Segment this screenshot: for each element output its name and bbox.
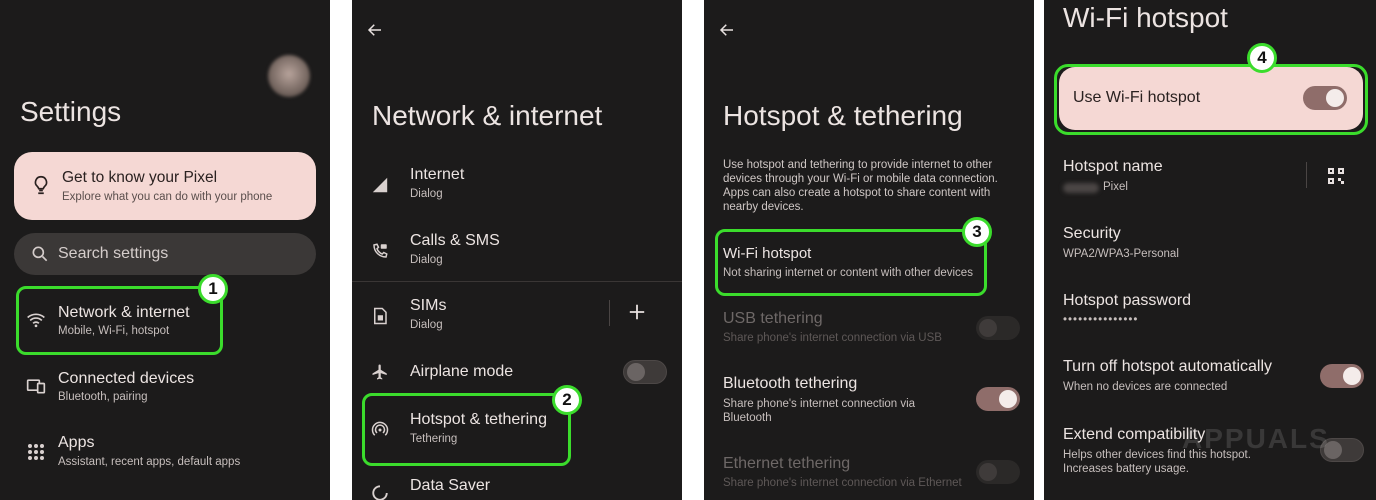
step-badge: 2 — [552, 385, 582, 415]
bluetooth-tethering-toggle[interactable] — [976, 387, 1020, 411]
item-subtitle: Dialog — [410, 188, 443, 200]
usb-tethering-item[interactable]: USB tethering Share phone's internet con… — [704, 304, 964, 348]
highlight-use-wifi-hotspot — [1054, 64, 1368, 135]
item-title: Internet — [410, 166, 465, 183]
search-bar[interactable]: Search settings — [14, 233, 316, 275]
item-subtitle: WPA2/WPA3-Personal — [1063, 248, 1179, 260]
item-title: Airplane mode — [410, 363, 514, 380]
item-subtitle: Share phone's internet connection via Et… — [723, 477, 962, 489]
item-title: Apps — [58, 434, 95, 451]
item-subtitle: Bluetooth, pairing — [58, 391, 148, 403]
item-title: Bluetooth tethering — [723, 375, 858, 392]
airplane-icon — [369, 361, 391, 383]
page-title: Wi-Fi hotspot — [1063, 2, 1228, 33]
watermark: APPUALS — [1182, 423, 1330, 454]
hotspot-name-item[interactable]: Hotspot name Pixel — [1044, 152, 1304, 202]
network-internet-screen: Network & internet Internet Dialog Calls… — [352, 0, 682, 500]
security-item[interactable]: Security WPA2/WPA3-Personal — [1044, 220, 1344, 266]
item-title: Turn off hotspot automatically — [1063, 358, 1272, 375]
item-title: Data Saver — [410, 477, 491, 494]
pixel-tips-card[interactable]: Get to know your Pixel Explore what you … — [14, 152, 316, 220]
page-title: Hotspot & tethering — [723, 100, 963, 131]
toggle-knob — [979, 319, 997, 337]
auto-off-item[interactable]: Turn off hotspot automatically When no d… — [1044, 352, 1304, 398]
wifi-hotspot-screen: Wi-Fi hotspot Use Wi-Fi hotspot 4 Hotspo… — [1044, 0, 1376, 500]
step-badge: 3 — [962, 217, 992, 247]
item-subtitle: Dialog — [410, 254, 443, 266]
toggle-knob — [627, 363, 645, 381]
signal-icon — [369, 174, 391, 196]
vertical-divider — [609, 300, 610, 326]
item-subtitle: Pixel — [1103, 181, 1128, 193]
toggle-knob — [979, 463, 997, 481]
card-title: Get to know your Pixel — [62, 169, 218, 186]
item-subtitle: When no devices are connected — [1063, 381, 1228, 393]
item-title: Calls & SMS — [410, 232, 500, 249]
back-arrow-icon[interactable] — [718, 21, 738, 41]
item-subtitle: Share phone's internet connection via US… — [723, 332, 942, 344]
item-subtitle: Dialog — [410, 319, 443, 331]
page-title: Settings — [20, 96, 122, 127]
settings-item-apps[interactable]: Apps Assistant, recent apps, default app… — [0, 428, 330, 478]
password-dots: ••••••••••••••• — [1063, 314, 1139, 326]
item-title: USB tethering — [723, 310, 823, 327]
toggle-knob — [1343, 367, 1361, 385]
vertical-divider — [1306, 162, 1307, 188]
card-subtitle: Explore what you can do with your phone — [62, 191, 273, 203]
item-title: Hotspot name — [1063, 158, 1163, 175]
search-input[interactable]: Search settings — [58, 245, 168, 263]
ethernet-tethering-item[interactable]: Ethernet tethering Share phone's interne… — [704, 449, 964, 493]
settings-screen: Settings Get to know your Pixel Explore … — [0, 0, 330, 500]
airplane-mode-toggle[interactable] — [623, 360, 667, 384]
network-item-data-saver[interactable]: Data Saver — [352, 472, 682, 500]
blurred-name — [1063, 183, 1099, 193]
search-icon — [30, 244, 50, 264]
connected-devices-icon — [25, 375, 47, 397]
toggle-knob — [999, 390, 1017, 408]
auto-off-toggle[interactable] — [1320, 364, 1364, 388]
highlight-network — [16, 286, 223, 355]
add-sim-button[interactable] — [628, 303, 650, 325]
ethernet-tethering-toggle[interactable] — [976, 460, 1020, 484]
item-title: Security — [1063, 225, 1121, 242]
page-title: Network & internet — [372, 100, 603, 131]
item-title: SIMs — [410, 297, 447, 314]
sim-icon — [369, 305, 391, 327]
description: Use hotspot and tethering to provide int… — [723, 159, 998, 213]
hotspot-tethering-screen: Hotspot & tethering Use hotspot and teth… — [704, 0, 1034, 500]
calls-sms-icon — [369, 240, 391, 262]
bluetooth-tethering-item[interactable]: Bluetooth tethering Share phone's intern… — [704, 369, 954, 429]
step-badge: 1 — [198, 274, 228, 304]
back-arrow-icon[interactable] — [366, 21, 386, 41]
step-badge: 4 — [1247, 43, 1277, 73]
highlight-wifi-hotspot — [715, 229, 987, 296]
qr-code-icon[interactable] — [1327, 167, 1345, 185]
item-title: Connected devices — [58, 370, 195, 387]
item-subtitle: Assistant, recent apps, default apps — [58, 456, 241, 468]
lightbulb-icon — [30, 174, 52, 196]
data-saver-icon — [369, 482, 391, 500]
hotspot-password-item[interactable]: Hotspot password ••••••••••••••• — [1044, 287, 1344, 333]
settings-item-connected-devices[interactable]: Connected devices Bluetooth, pairing — [0, 362, 330, 412]
usb-tethering-toggle[interactable] — [976, 316, 1020, 340]
apps-grid-icon — [25, 441, 47, 463]
divider — [352, 281, 682, 282]
item-subtitle: Share phone's internet connection via Bl… — [723, 398, 916, 424]
avatar[interactable] — [268, 55, 310, 97]
network-item-internet[interactable]: Internet Dialog — [352, 160, 682, 212]
highlight-hotspot-tethering — [362, 393, 571, 466]
item-title: Ethernet tethering — [723, 455, 851, 472]
network-item-calls-sms[interactable]: Calls & SMS Dialog — [352, 226, 682, 278]
item-title: Hotspot password — [1063, 292, 1192, 309]
